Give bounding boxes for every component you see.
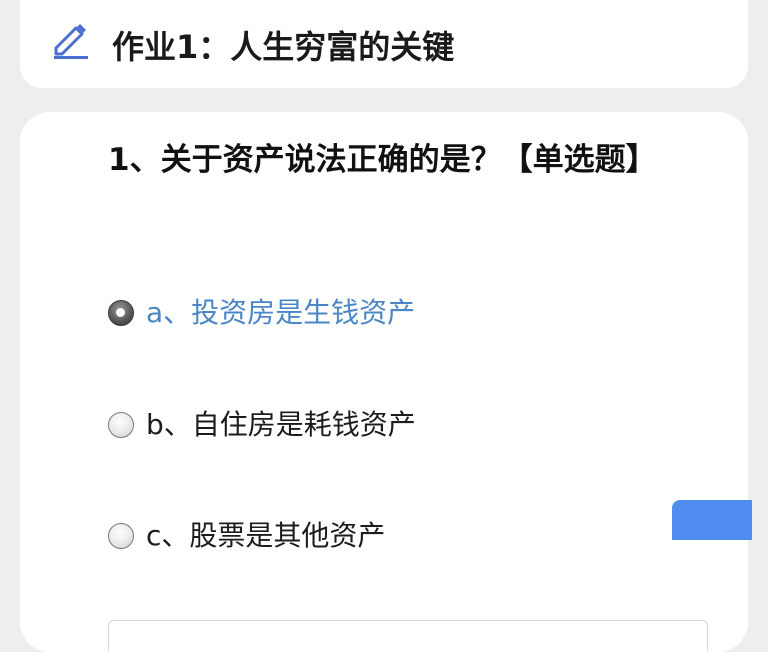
radio-button[interactable]	[108, 412, 134, 438]
page-title: 作业1：人生穷富的关键	[112, 28, 455, 66]
radio-button-checked[interactable]	[108, 300, 134, 326]
option-label: c、股票是其他资产	[146, 519, 386, 552]
option-a[interactable]: a、投资房是生钱资产	[108, 295, 415, 331]
assignment-header: 作业1：人生穷富的关键	[20, 0, 748, 88]
action-button-partial[interactable]	[672, 500, 752, 540]
option-b[interactable]: b、自住房是耗钱资产	[108, 407, 416, 443]
radio-button[interactable]	[108, 523, 134, 549]
question-text: 1、关于资产说法正确的是？【单选题】	[108, 142, 657, 178]
answer-input-partial[interactable]	[108, 620, 708, 651]
option-label: a、投资房是生钱资产	[146, 296, 416, 329]
edit-pencil-icon	[54, 24, 88, 59]
option-label: b、自住房是耗钱资产	[146, 408, 416, 441]
option-c[interactable]: c、股票是其他资产	[108, 518, 385, 554]
question-card: 1、关于资产说法正确的是？【单选题】 a、投资房是生钱资产 b、自住房是耗钱资产…	[20, 112, 748, 652]
